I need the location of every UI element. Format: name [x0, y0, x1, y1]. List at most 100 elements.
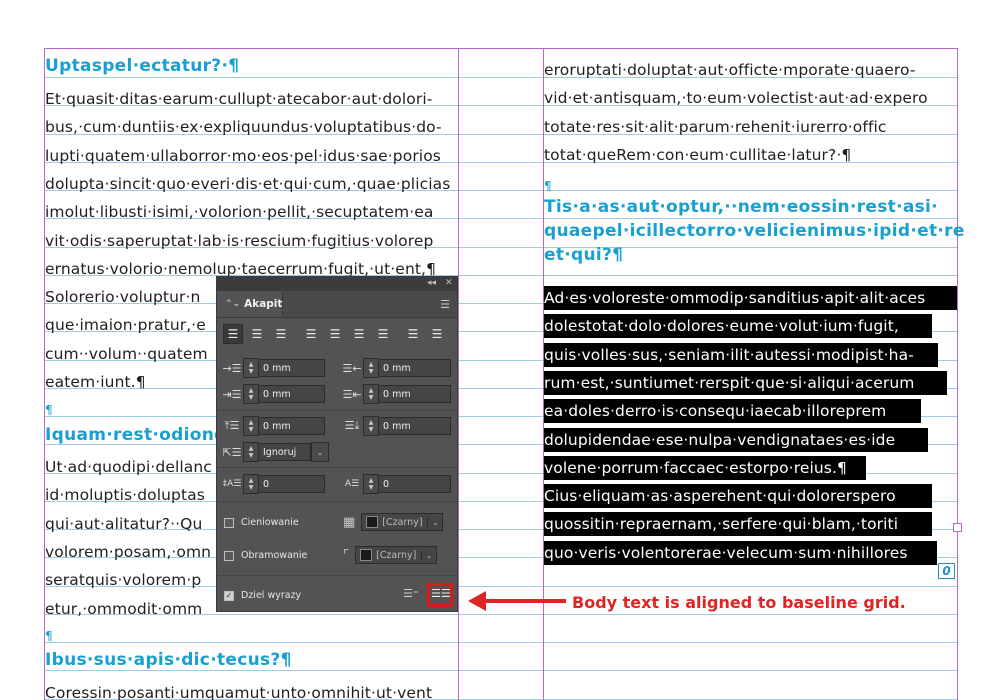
shading-settings-icon[interactable]: ▦: [343, 515, 355, 530]
border-color-label: [Czarny]: [376, 549, 417, 561]
shading-color-label: [Czarny]: [382, 516, 423, 528]
panel-menu-icon[interactable]: ☰: [440, 298, 450, 311]
hyphenate-checkbox[interactable]: ✓: [224, 590, 234, 601]
expand-collapse-icon[interactable]: ⌃⌄: [225, 299, 240, 309]
align-center-icon[interactable]: ☰: [247, 324, 267, 344]
right-margin-guide: [957, 48, 958, 700]
drop-cap-chars-stepper[interactable]: ▲ ▼: [363, 474, 379, 494]
last-line-indent-input[interactable]: 0 mm: [379, 385, 451, 403]
drop-cap-select[interactable]: Ignoruj: [259, 443, 311, 461]
left-indent-control: →☰ ▲ ▼ 0 mm: [221, 358, 325, 378]
frame-handle-icon[interactable]: [953, 523, 962, 532]
drop-cap-lines-icon: ‡A☰: [222, 479, 242, 489]
space-after-stepper[interactable]: ▲ ▼: [363, 416, 379, 436]
last-line-indent-stepper[interactable]: ▲ ▼: [363, 384, 379, 404]
panel-divider-3: [217, 501, 457, 502]
justify-all-icon[interactable]: ☰: [373, 324, 393, 344]
top-margin-guide: [44, 48, 958, 49]
border-label: Obramowanie: [241, 550, 308, 561]
paragraph-panel[interactable]: ◂◂ ✕ ⌃⌄ Akapit ☰ ☰ ☰ ☰ ☰ ☰ ☰ ☰ ☰ ☰ →☰ ▲ ▼ 0 mm ☰←…: [216, 276, 458, 612]
space-after-icon: ☰⤓: [344, 419, 360, 432]
space-before-stepper[interactable]: ▲ ▼: [243, 416, 259, 436]
align-right-icon[interactable]: ☰: [271, 324, 291, 344]
text-line: seratquis·volorem·p: [45, 571, 202, 590]
text-line: dolupta·sincit·quo·everi·dis·et·qui·cum,…: [45, 174, 451, 193]
right-indent-icon: ☰←: [342, 361, 362, 375]
justify-left-icon[interactable]: ☰: [301, 324, 321, 344]
left-indent-stepper[interactable]: ▲ ▼: [243, 358, 259, 378]
space-before-control: ⤒☰ ▲ ▼ 0 mm: [221, 416, 325, 436]
align-left-icon[interactable]: ☰: [223, 324, 243, 344]
shading-row: Cieniowanie: [224, 517, 299, 528]
text-line: et·qui?¶: [544, 245, 624, 265]
drop-cap-icon: ⇱☰: [222, 445, 242, 459]
selected-text-line: ea·doles·derro·is·consequ·iaecab·illorep…: [544, 402, 887, 420]
drop-cap-chars-input[interactable]: 0: [379, 475, 451, 493]
panel-divider: [217, 410, 457, 411]
black-swatch-icon: [366, 516, 379, 528]
shading-color-control: ▦ [Czarny] ⌄: [343, 513, 444, 531]
annotation-label: Body text is aligned to baseline grid.: [572, 593, 906, 612]
drop-cap-lines-input[interactable]: 0: [259, 475, 325, 493]
panel-tab-bar: ⌃⌄ Akapit ☰: [217, 291, 457, 318]
empty-paragraph-mark: ¶: [45, 403, 53, 417]
shading-color-select[interactable]: [Czarny] ⌄: [361, 513, 444, 531]
text-line: eatem·iunt.¶: [45, 373, 146, 391]
baseline-grid-line: [45, 642, 958, 643]
do-not-align-to-baseline-icon[interactable]: ☰⁼: [403, 587, 419, 600]
text-line: totate·res·sit·alit·parum·rehenit·iurerr…: [544, 117, 887, 136]
panel-title-bar[interactable]: ◂◂ ✕: [217, 277, 457, 291]
space-before-input[interactable]: 0 mm: [259, 417, 325, 435]
heading-2: Iquam·rest·odione: [45, 425, 226, 445]
chevron-down-icon[interactable]: ⌄: [311, 442, 329, 462]
align-toward-spine-icon[interactable]: ☰: [403, 324, 423, 344]
text-line: etur,·ommodit·omm: [45, 599, 203, 618]
selected-text-line: quis·volles·sus,·seniam·ilit·autessi·mod…: [544, 346, 914, 364]
text-line: id·moluptis·doluptas: [45, 486, 205, 505]
last-line-indent-icon: ☰⇤: [342, 387, 362, 401]
text-line: lupti·quatem·ullaborror·mo·eos·pel·idus·…: [45, 146, 441, 165]
overset-text-marker[interactable]: 0: [938, 563, 955, 579]
drop-cap-stepper[interactable]: ▲ ▼: [243, 442, 259, 462]
first-line-indent-input[interactable]: 0 mm: [259, 385, 325, 403]
space-before-icon: ⤒☰: [224, 419, 240, 432]
drop-cap-chars-icon: A☰: [344, 479, 360, 489]
text-line: que·imaion·pratur,·e: [45, 316, 206, 335]
selected-text-line: rum·est,·suntiumet·rerspit·que·si·aliqui…: [544, 374, 915, 392]
left-indent-icon: →☰: [222, 361, 242, 375]
shading-checkbox[interactable]: [224, 517, 234, 528]
justify-center-icon[interactable]: ☰: [325, 324, 345, 344]
text-line: cum··volum··quatem: [45, 344, 208, 363]
right-indent-control: ☰← ▲ ▼ 0 mm: [341, 358, 451, 378]
first-line-indent-control: ⇥☰ ▲ ▼ 0 mm: [221, 384, 325, 404]
annotation-arrow: [484, 599, 566, 603]
align-away-spine-icon[interactable]: ☰: [427, 324, 447, 344]
text-line: quaepel·icillectorro·velicienimus·ipid·e…: [544, 221, 965, 241]
hyphenate-row: ✓ Dziel wyrazy: [224, 590, 301, 601]
close-panel-icon[interactable]: ✕: [445, 278, 453, 288]
drop-cap-lines-stepper[interactable]: ▲ ▼: [243, 474, 259, 494]
left-indent-input[interactable]: 0 mm: [259, 359, 325, 377]
text-line: vit·odis·saperuptat·lab·is·rescium·fugit…: [45, 231, 434, 250]
document-page: Uptaspel·ectatur?·¶ Et·quasit·ditas·earu…: [0, 0, 1000, 700]
border-color-control: ⌜ [Czarny] ⌄: [343, 546, 438, 564]
annotation-arrowhead: [468, 591, 486, 611]
border-checkbox[interactable]: [224, 550, 234, 561]
text-line: imolut·libusti·isimi,·volorion·pellit,·s…: [45, 203, 434, 222]
empty-paragraph-mark-2: ¶: [45, 629, 53, 643]
collapse-panel-icon[interactable]: ◂◂: [427, 278, 436, 288]
first-line-indent-stepper[interactable]: ▲ ▼: [243, 384, 259, 404]
text-line: volorem·posam,·omn: [45, 542, 212, 561]
selected-text-line: Ad·es·voloreste·ommodip·sanditius·apit·a…: [544, 289, 926, 307]
tab-paragraph[interactable]: ⌃⌄ Akapit: [217, 291, 283, 317]
chevron-down-icon[interactable]: ⌄: [427, 517, 442, 527]
border-settings-icon[interactable]: ⌜: [343, 548, 349, 563]
right-indent-input[interactable]: 0 mm: [379, 359, 451, 377]
tab-paragraph-label: Akapit: [244, 298, 283, 310]
border-color-select[interactable]: [Czarny] ⌄: [355, 546, 438, 564]
justify-right-icon[interactable]: ☰: [349, 324, 369, 344]
right-indent-stepper[interactable]: ▲ ▼: [363, 358, 379, 378]
chevron-down-icon[interactable]: ⌄: [421, 550, 436, 560]
black-swatch-icon: [360, 549, 373, 561]
space-after-input[interactable]: 0 mm: [379, 417, 451, 435]
